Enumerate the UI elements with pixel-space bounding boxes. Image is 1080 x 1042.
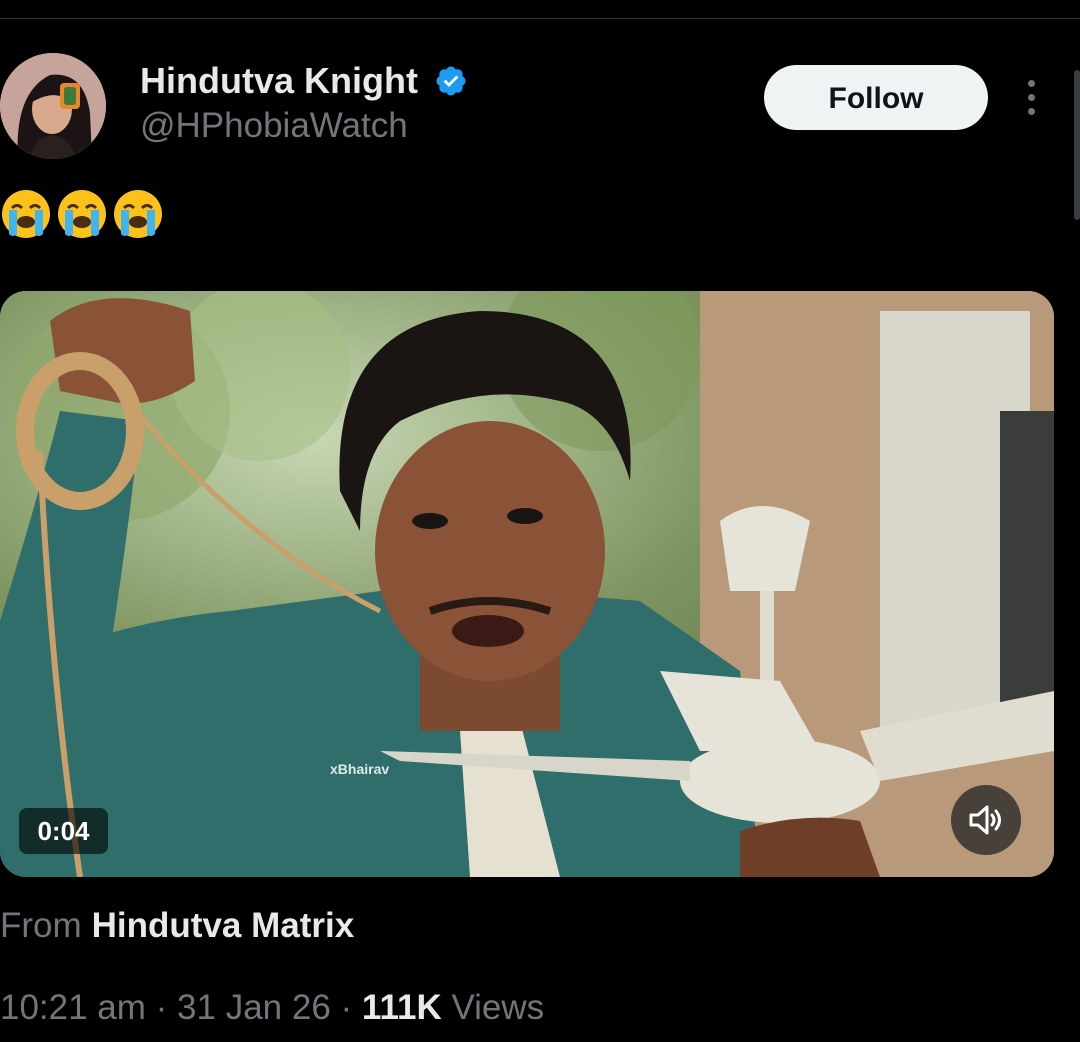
- profile-photo-icon: [0, 53, 106, 159]
- tweet-text: [0, 188, 164, 240]
- video-frame-image: [0, 291, 1054, 877]
- video-watermark: xBhairav: [330, 761, 390, 777]
- views-count: 111K: [361, 988, 442, 1027]
- verified-badge-icon: [436, 66, 466, 96]
- meta-separator: ·: [145, 988, 178, 1027]
- avatar[interactable]: [0, 53, 106, 159]
- top-divider: [0, 18, 1080, 19]
- volume-muted-icon[interactable]: [951, 785, 1021, 855]
- source-prefix: From: [0, 906, 82, 945]
- meta-separator: ·: [330, 988, 362, 1027]
- user-handle[interactable]: @HPhobiaWatch: [140, 106, 408, 146]
- tweet-meta: 10:21 am · 31 Jan 26 · 111K Views: [0, 988, 544, 1028]
- tweet-time[interactable]: 10:21 am: [0, 988, 146, 1027]
- speaker-icon: [969, 805, 1001, 835]
- media-source: From Hindutva Matrix: [0, 906, 354, 946]
- crying-face-emoji-icon: [114, 190, 162, 238]
- tweet-date[interactable]: 31 Jan 26: [177, 988, 331, 1027]
- crying-face-emoji-icon: [58, 190, 106, 238]
- source-name-link[interactable]: Hindutva Matrix: [92, 906, 355, 945]
- video-player[interactable]: xBhairav 0:04: [0, 291, 1054, 877]
- follow-button[interactable]: Follow: [764, 65, 988, 130]
- views-label: Views: [441, 988, 545, 1027]
- more-options-icon[interactable]: [1018, 76, 1046, 120]
- video-duration-badge: 0:04: [19, 808, 108, 854]
- crying-face-emoji-icon: [2, 190, 50, 238]
- scrollbar-thumb[interactable]: [1074, 70, 1080, 220]
- display-name[interactable]: Hindutva Knight: [140, 60, 418, 102]
